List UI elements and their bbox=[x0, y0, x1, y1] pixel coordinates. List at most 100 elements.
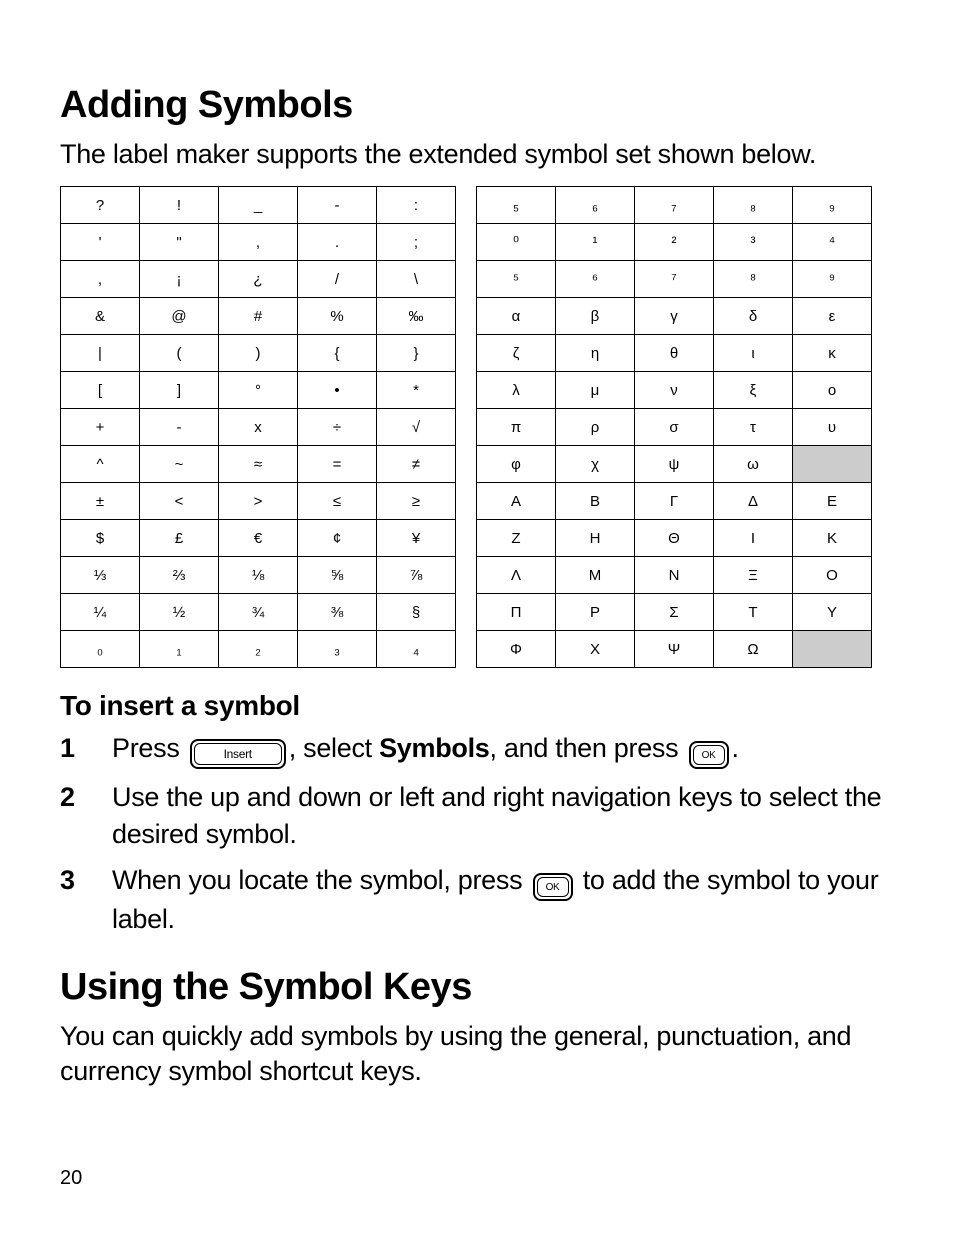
symbol-tables-row: ?!_-:'",.;,¡¿/\&@#%‰|(){}[]°•*+-x÷√^~≈=≠… bbox=[60, 186, 894, 668]
symbol-cell: η bbox=[556, 335, 635, 372]
symbol-cell: ⁰ bbox=[477, 224, 556, 261]
symbol-cell: . bbox=[298, 224, 377, 261]
symbol-cell: Β bbox=[556, 483, 635, 520]
symbol-cell: ⁷ bbox=[635, 261, 714, 298]
symbol-cell: ρ bbox=[556, 409, 635, 446]
symbol-cell: ι bbox=[714, 335, 793, 372]
symbol-cell: < bbox=[140, 483, 219, 520]
symbol-cell: Γ bbox=[635, 483, 714, 520]
ok-key-icon: OK bbox=[689, 731, 729, 770]
symbol-cell: σ bbox=[635, 409, 714, 446]
symbol-cell: & bbox=[61, 298, 140, 335]
symbol-cell: φ bbox=[477, 446, 556, 483]
symbol-cell: Χ bbox=[556, 631, 635, 668]
symbol-cell: Ν bbox=[635, 557, 714, 594]
symbol-cell: * bbox=[377, 372, 456, 409]
symbol-cell bbox=[793, 446, 872, 483]
step-body: Use the up and down or left and right na… bbox=[112, 779, 894, 852]
symbol-cell: [ bbox=[61, 372, 140, 409]
symbol-cell: ν bbox=[635, 372, 714, 409]
symbol-cell: Κ bbox=[793, 520, 872, 557]
symbol-cell: Δ bbox=[714, 483, 793, 520]
symbol-cell: ( bbox=[140, 335, 219, 372]
symbol-cell: ¾ bbox=[219, 594, 298, 631]
steps-list: 1 Press Insert , select Symbols, and the… bbox=[60, 730, 894, 938]
symbol-cell: ⅜ bbox=[298, 594, 377, 631]
symbol-cell: Φ bbox=[477, 631, 556, 668]
symbol-cell: Τ bbox=[714, 594, 793, 631]
step-1: 1 Press Insert , select Symbols, and the… bbox=[60, 730, 894, 769]
symbol-cell: ₄ bbox=[377, 631, 456, 668]
symbol-cell: { bbox=[298, 335, 377, 372]
symbol-cell: ⅓ bbox=[61, 557, 140, 594]
symbol-cell: • bbox=[298, 372, 377, 409]
symbol-cell: ⁹ bbox=[793, 261, 872, 298]
symbol-cell: $ bbox=[61, 520, 140, 557]
key-label: Insert bbox=[194, 743, 282, 765]
symbol-cell: ° bbox=[219, 372, 298, 409]
symbol-cell: ε bbox=[793, 298, 872, 335]
intro-using-symbol-keys: You can quickly add symbols by using the… bbox=[60, 1019, 894, 1089]
symbol-cell: ⅔ bbox=[140, 557, 219, 594]
symbol-cell: ⁵ bbox=[477, 261, 556, 298]
symbol-cell: ¼ bbox=[61, 594, 140, 631]
symbol-cell: ₇ bbox=[635, 187, 714, 224]
symbol-cell bbox=[793, 631, 872, 668]
symbol-cell: Μ bbox=[556, 557, 635, 594]
symbol-cell: ₀ bbox=[61, 631, 140, 668]
symbol-cell: Η bbox=[556, 520, 635, 557]
symbol-cell: γ bbox=[635, 298, 714, 335]
symbol-cell: ₃ bbox=[298, 631, 377, 668]
symbol-cell: κ bbox=[793, 335, 872, 372]
symbol-cell: ] bbox=[140, 372, 219, 409]
symbol-cell: ψ bbox=[635, 446, 714, 483]
symbol-cell: ⁶ bbox=[556, 261, 635, 298]
symbol-cell: ₉ bbox=[793, 187, 872, 224]
symbol-cell: ~ bbox=[140, 446, 219, 483]
symbol-cell: Σ bbox=[635, 594, 714, 631]
step-2: 2 Use the up and down or left and right … bbox=[60, 779, 894, 852]
symbol-cell: α bbox=[477, 298, 556, 335]
symbol-cell: ⅝ bbox=[298, 557, 377, 594]
symbol-cell: ⅞ bbox=[377, 557, 456, 594]
symbol-cell: ξ bbox=[714, 372, 793, 409]
symbol-cell: | bbox=[61, 335, 140, 372]
symbol-cell: ³ bbox=[714, 224, 793, 261]
symbol-cell: # bbox=[219, 298, 298, 335]
text: , select bbox=[289, 733, 379, 763]
symbol-cell: ‰ bbox=[377, 298, 456, 335]
symbol-cell: ₈ bbox=[714, 187, 793, 224]
insert-key-icon: Insert bbox=[190, 731, 286, 769]
symbol-cell: , bbox=[61, 261, 140, 298]
step-body: Press Insert , select Symbols, and then … bbox=[112, 730, 894, 769]
symbol-cell: Θ bbox=[635, 520, 714, 557]
symbol-cell: θ bbox=[635, 335, 714, 372]
text: . bbox=[732, 733, 739, 763]
symbol-cell: Ζ bbox=[477, 520, 556, 557]
symbol-cell: ¢ bbox=[298, 520, 377, 557]
symbol-cell: £ bbox=[140, 520, 219, 557]
symbol-cell: ₂ bbox=[219, 631, 298, 668]
symbol-cell: ο bbox=[793, 372, 872, 409]
symbol-cell: π bbox=[477, 409, 556, 446]
step-number: 3 bbox=[60, 862, 112, 898]
symbol-cell: Ω bbox=[714, 631, 793, 668]
symbol-cell: Ρ bbox=[556, 594, 635, 631]
text: , and then press bbox=[490, 733, 686, 763]
symbol-cell: , bbox=[219, 224, 298, 261]
symbol-cell: ¹ bbox=[556, 224, 635, 261]
symbol-cell: ≠ bbox=[377, 446, 456, 483]
key-label: OK bbox=[537, 877, 569, 897]
symbol-cell: ' bbox=[61, 224, 140, 261]
symbol-cell: ) bbox=[219, 335, 298, 372]
symbol-cell: λ bbox=[477, 372, 556, 409]
symbol-cell: Λ bbox=[477, 557, 556, 594]
symbol-cell: Π bbox=[477, 594, 556, 631]
symbol-cell: ½ bbox=[140, 594, 219, 631]
symbol-cell: ⁸ bbox=[714, 261, 793, 298]
symbol-cell: ± bbox=[61, 483, 140, 520]
symbol-cell: x bbox=[219, 409, 298, 446]
symbol-cell: ≈ bbox=[219, 446, 298, 483]
symbols-label: Symbols bbox=[379, 733, 489, 763]
symbol-cell: € bbox=[219, 520, 298, 557]
